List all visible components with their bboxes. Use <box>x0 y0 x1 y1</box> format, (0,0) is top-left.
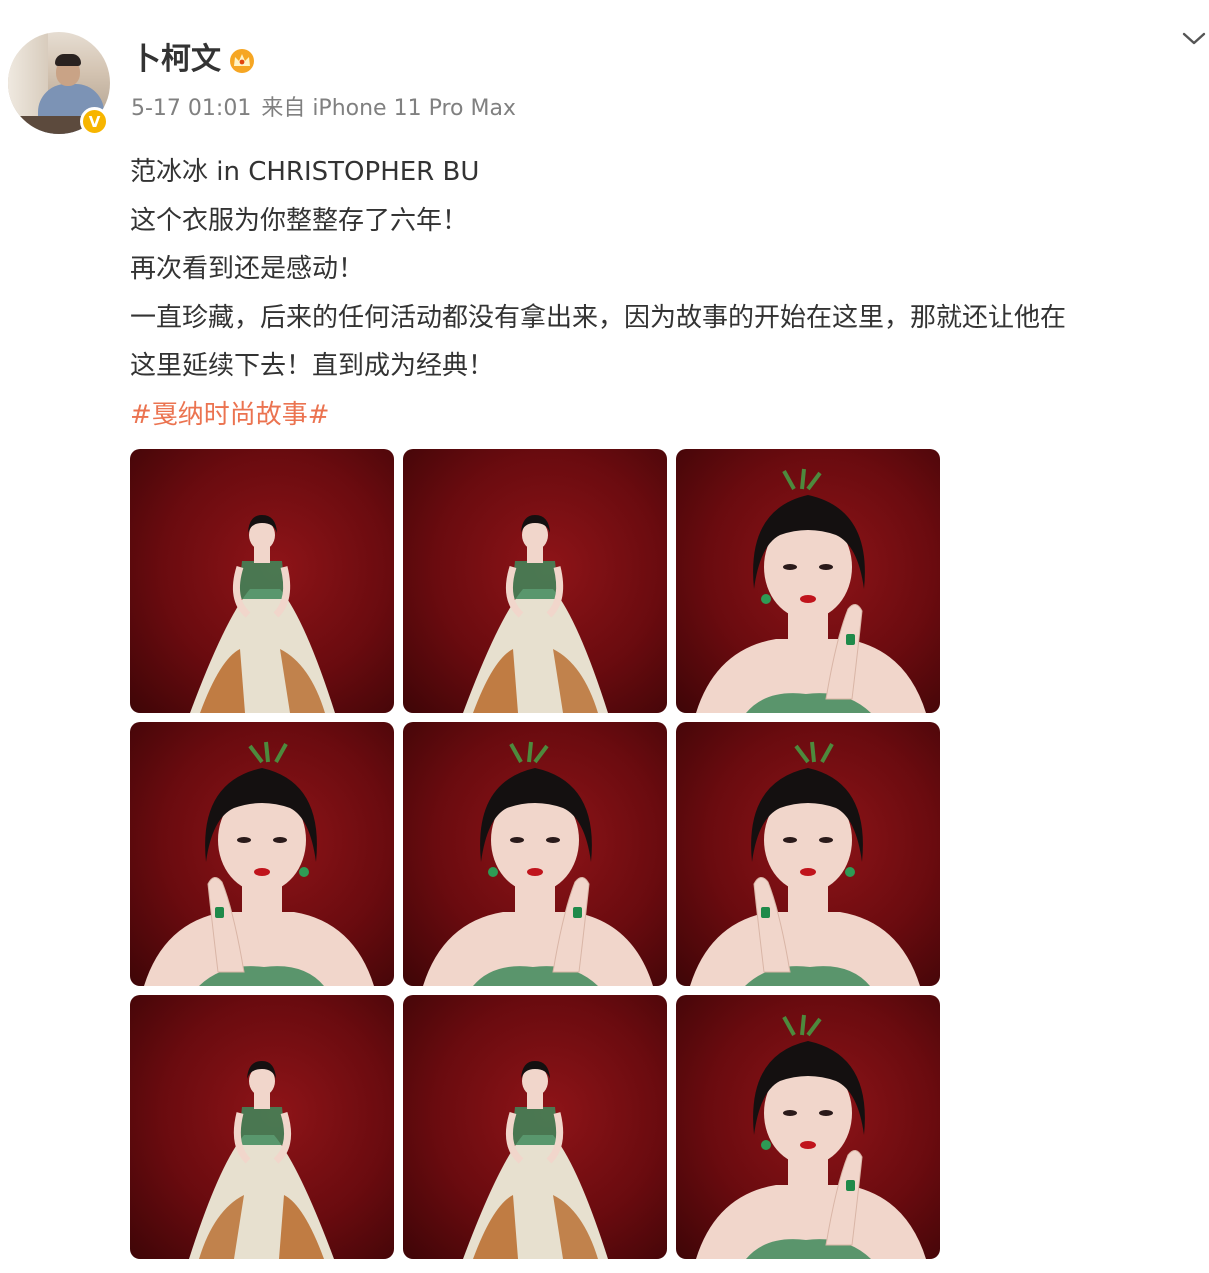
photo-image <box>463 1061 608 1259</box>
post-line: 范冰冰 in CHRISTOPHER BU <box>130 157 480 187</box>
verified-badge-icon: V <box>80 107 109 136</box>
crown-icon[interactable] <box>227 47 257 74</box>
photo-image <box>189 1061 334 1259</box>
photo-thumbnail[interactable] <box>676 722 940 986</box>
photo-image <box>144 741 374 986</box>
photo-image <box>696 468 926 713</box>
post-line: 这个衣服为你整整存了六年！ <box>130 205 469 236</box>
author-name[interactable]: 卜柯文 <box>131 40 221 80</box>
avatar-hair <box>55 54 81 66</box>
post-time[interactable]: 5-17 01:01 <box>131 96 251 121</box>
post-line: 再次看到还是感动！ <box>130 254 365 284</box>
photo-image <box>190 515 335 713</box>
photo-image <box>690 741 920 986</box>
post-text: 范冰冰 in CHRISTOPHER BU 这个衣服为你整整存了六年！ 再次看到… <box>130 148 1209 439</box>
photo-thumbnail[interactable] <box>130 722 394 986</box>
weibo-post: V 卜柯文 5-17 01:01 来自 iPhone 11 Pro Max 范冰冰… <box>0 0 1209 1273</box>
chevron-down-icon[interactable] <box>1180 28 1208 48</box>
post-line: 这里延续下去！直到成为经典！ <box>130 351 495 381</box>
post-line: 一直珍藏，后来的任何活动都没有拿出来，因为故事的开始在这里，那就还让他在 <box>130 302 1067 333</box>
hashtag-link[interactable]: #戛纳时尚故事# <box>130 391 1209 440</box>
photo-thumbnail[interactable] <box>130 449 394 713</box>
post-source: 来自 iPhone 11 Pro Max <box>261 96 516 121</box>
photo-thumbnail[interactable] <box>130 995 394 1259</box>
photo-thumbnail[interactable] <box>676 449 940 713</box>
photo-thumbnail[interactable] <box>403 995 667 1259</box>
photo-thumbnail[interactable] <box>403 722 667 986</box>
photo-image <box>463 515 608 713</box>
photo-thumbnail[interactable] <box>403 449 667 713</box>
post-meta: 5-17 01:01 来自 iPhone 11 Pro Max <box>131 94 516 124</box>
photo-image <box>696 1014 926 1259</box>
photo-image <box>423 741 653 986</box>
photo-thumbnail[interactable] <box>676 995 940 1259</box>
